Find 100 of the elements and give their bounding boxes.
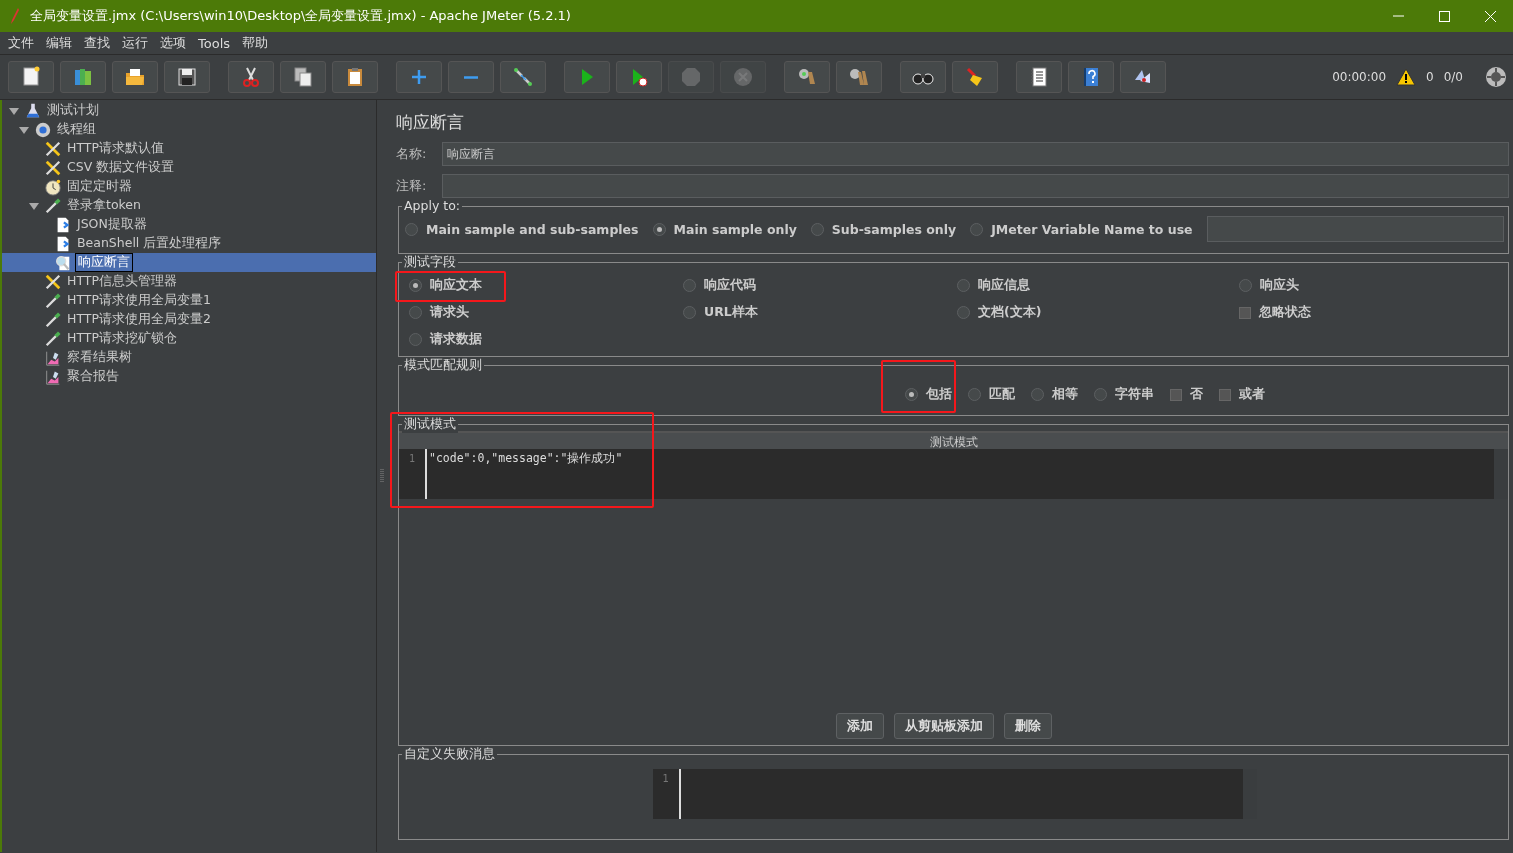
menu-item[interactable]: 选项 (159, 34, 192, 52)
radio-button[interactable] (1239, 279, 1252, 292)
radio-button[interactable] (957, 279, 970, 292)
option-label: 或者 (1238, 386, 1265, 403)
checkbox[interactable] (1169, 388, 1182, 401)
warning-count: 0 (1426, 70, 1434, 84)
wand-icon (512, 66, 534, 88)
new-file-icon (20, 66, 42, 88)
flask-icon (24, 101, 42, 120)
toolbar-button[interactable] (1016, 61, 1062, 93)
option-label: JMeter Variable Name to use (991, 221, 1193, 237)
menu-item[interactable]: Tools (197, 35, 237, 51)
wrench-screwdriver-icon (44, 272, 62, 291)
radio-button[interactable] (970, 222, 984, 236)
section-legend: 模式匹配规则 (402, 357, 484, 374)
tree-item[interactable]: 固定定时器 (65, 178, 134, 195)
tree-item[interactable]: HTTP请求默认值 (65, 140, 166, 157)
radio-button[interactable] (967, 388, 981, 401)
action-button[interactable]: 删除 (1003, 713, 1052, 739)
tree-item[interactable]: BeanShell 后置处理程序 (75, 235, 224, 252)
toolbar-button[interactable] (616, 61, 662, 93)
radio-button[interactable] (683, 279, 696, 292)
maximize-icon (1438, 10, 1450, 22)
toolbar-button[interactable] (8, 61, 54, 93)
pattern-editor[interactable]: 1 "code":0,"message":"操作成功" (399, 449, 1508, 499)
checkbox[interactable] (1218, 388, 1231, 401)
toolbar-button[interactable] (1120, 61, 1166, 93)
radio-button[interactable] (683, 306, 696, 319)
menu-item[interactable]: 编辑 (45, 34, 78, 52)
name-field[interactable]: 响应断言 (442, 142, 1509, 166)
tree-item[interactable]: 响应断言 (75, 253, 133, 272)
tree-item[interactable]: 聚合报告 (65, 368, 121, 385)
radio-button[interactable] (405, 222, 418, 236)
field-label: 注释: (396, 177, 428, 195)
panel-title: 响应断言 (395, 111, 465, 134)
field-label: 名称: (396, 145, 428, 163)
tree-item[interactable]: JSON提取器 (75, 216, 149, 233)
radio-button[interactable] (409, 279, 422, 292)
minimize-icon (1392, 15, 1404, 17)
cancel-circle-icon (732, 66, 754, 88)
option-label: 否 (1189, 386, 1203, 403)
option-label: Main sample and sub-samples (426, 221, 639, 237)
menu-item[interactable]: 查找 (83, 34, 116, 52)
scrollbar[interactable] (1494, 449, 1508, 499)
comment-field[interactable] (442, 174, 1509, 198)
option-label: 响应代码 (704, 277, 756, 294)
option-label: Main sample only (673, 221, 797, 237)
action-button[interactable]: 添加 (835, 713, 884, 739)
pipette-icon (44, 291, 62, 310)
toolbar-button[interactable] (332, 61, 378, 93)
radio-button[interactable] (409, 333, 422, 346)
tree-item[interactable]: 登录拿token (65, 197, 143, 214)
elapsed-time: 00:00:00 (1332, 70, 1387, 84)
toolbar-button[interactable] (1068, 61, 1114, 93)
menu-item[interactable]: 文件 (7, 34, 40, 52)
tree-item[interactable]: HTTP请求使用全局变量2 (65, 311, 213, 328)
radio-button[interactable] (409, 306, 422, 319)
tree-item[interactable]: 测试计划 (45, 102, 101, 119)
tree-item[interactable]: HTTP信息头管理器 (65, 273, 179, 290)
tree-item[interactable]: HTTP请求挖矿锁仓 (65, 330, 179, 347)
window-title: 全局变量设置.jmx (C:\Users\win10\Desktop\全局变量设置.jmx) - Apache JMeter (5.2.1) (30, 7, 572, 25)
radio-button[interactable] (1030, 388, 1044, 401)
toolbar-button[interactable] (164, 61, 210, 93)
radio-button[interactable] (810, 222, 824, 236)
close-icon (1484, 10, 1496, 22)
menu-item[interactable]: 帮助 (241, 34, 275, 52)
column-header: 测试模式 (399, 431, 1508, 449)
stop-sign-icon (680, 66, 702, 88)
stopwatch-icon (44, 177, 62, 196)
action-button[interactable]: 从剪贴板添加 (893, 713, 994, 739)
section-legend: Apply to: (402, 198, 463, 213)
tree-item[interactable]: 线程组 (55, 121, 98, 138)
document-list-icon (1028, 66, 1050, 88)
toolbar-button[interactable] (280, 61, 326, 93)
splitter-handle-icon[interactable] (380, 469, 384, 483)
scissors-icon (240, 66, 262, 88)
menu-item[interactable]: 运行 (121, 34, 154, 52)
gear-icon (34, 120, 52, 139)
option-label: 字符串 (1114, 386, 1154, 403)
section-legend: 测试模式 (402, 416, 458, 433)
option-label: 响应文本 (430, 277, 482, 294)
line-number: 1 (662, 773, 670, 784)
radio-button[interactable] (1093, 388, 1107, 401)
radio-button[interactable] (652, 222, 666, 236)
section-legend: 自定义失败消息 (402, 746, 497, 763)
books-icon (72, 66, 94, 88)
tree-item[interactable]: CSV 数据文件设置 (65, 159, 177, 176)
radio-button[interactable] (904, 388, 918, 401)
variable-name-field[interactable] (1206, 216, 1504, 242)
toolbar-button[interactable] (112, 61, 158, 93)
tree-item[interactable]: 察看结果树 (65, 349, 134, 366)
option-label: 包括 (925, 386, 952, 403)
option-label: 匹配 (988, 386, 1015, 403)
tree-item[interactable]: HTTP请求使用全局变量1 (65, 292, 213, 309)
wrench-screwdriver-icon (44, 158, 62, 177)
magnifier-icon (54, 253, 72, 272)
radio-button[interactable] (957, 306, 970, 319)
toolbar-button[interactable] (900, 61, 946, 93)
checkbox[interactable] (1239, 306, 1251, 319)
option-label: 请求数据 (430, 331, 482, 348)
